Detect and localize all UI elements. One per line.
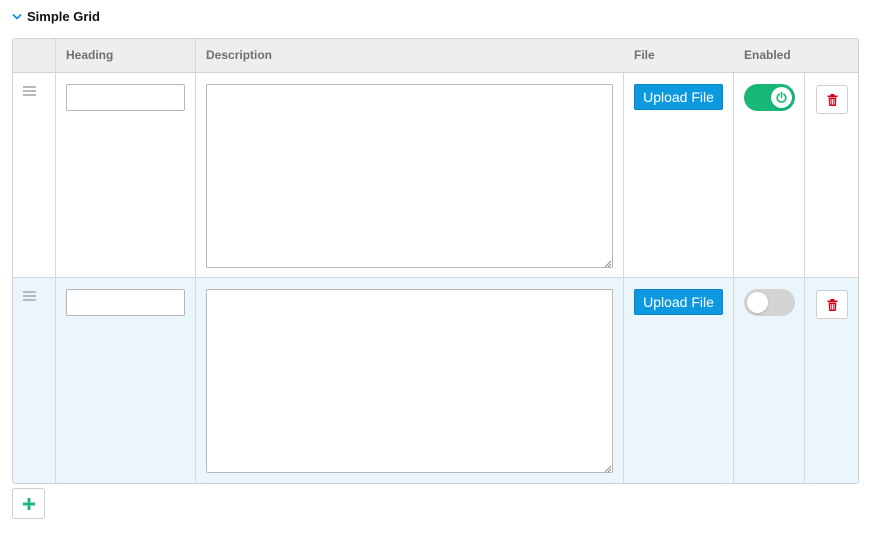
- description-textarea[interactable]: [206, 289, 613, 473]
- column-divider: [55, 39, 56, 483]
- column-divider: [733, 73, 734, 483]
- toggle-knob: [747, 292, 768, 313]
- grid-row: Upload File: [13, 73, 858, 278]
- column-header-heading: Heading: [66, 48, 114, 62]
- column-header-description: Description: [206, 48, 273, 62]
- chevron-down-icon: [12, 13, 22, 19]
- description-textarea[interactable]: [206, 84, 613, 268]
- trash-icon: [827, 299, 838, 311]
- delete-row-button[interactable]: [816, 85, 848, 114]
- grid-row: Upload File: [13, 278, 858, 483]
- heading-input[interactable]: [66, 289, 185, 316]
- upload-file-button[interactable]: Upload File: [634, 289, 723, 315]
- column-header-enabled: Enabled: [744, 48, 791, 62]
- trash-icon: [827, 94, 838, 106]
- power-icon: [776, 91, 787, 103]
- column-divider: [623, 73, 624, 483]
- drag-handle-icon[interactable]: [23, 291, 36, 301]
- add-row-button[interactable]: [12, 488, 45, 519]
- column-header-file: File: [634, 48, 655, 62]
- drag-handle-icon[interactable]: [23, 86, 36, 96]
- enabled-toggle[interactable]: [744, 84, 795, 111]
- column-divider: [195, 39, 196, 483]
- upload-file-button[interactable]: Upload File: [634, 84, 723, 110]
- section-header-simple-grid[interactable]: Simple Grid: [12, 9, 100, 24]
- resize-grip-icon[interactable]: [603, 464, 612, 473]
- delete-row-button[interactable]: [816, 290, 848, 319]
- plus-icon: [23, 498, 35, 510]
- enabled-toggle[interactable]: [744, 289, 795, 316]
- simple-grid: Heading Description File Enabled Upload …: [12, 38, 859, 484]
- column-divider: [804, 73, 805, 483]
- toggle-knob: [771, 87, 792, 108]
- grid-header: Heading Description File Enabled: [13, 39, 858, 73]
- heading-input[interactable]: [66, 84, 185, 111]
- section-title: Simple Grid: [27, 9, 100, 24]
- resize-grip-icon[interactable]: [603, 259, 612, 268]
